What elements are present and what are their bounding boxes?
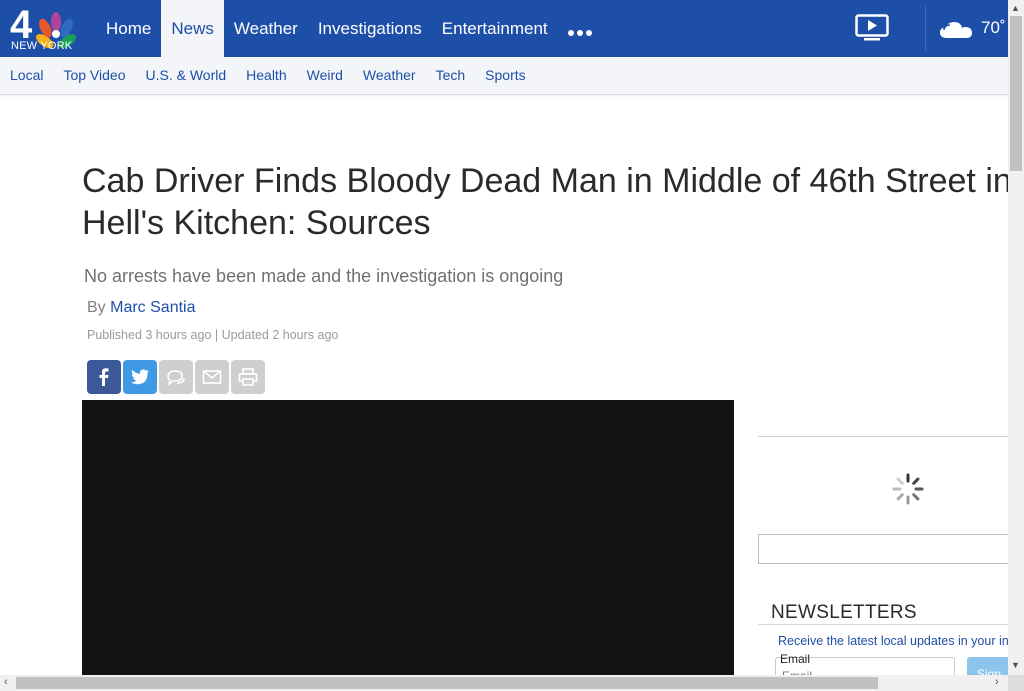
article-headline: Cab Driver Finds Bloody Dead Man in Midd… — [82, 160, 1008, 244]
scroll-left-arrow-icon[interactable]: ‹ — [4, 676, 8, 688]
scroll-up-arrow-icon[interactable]: ▲ — [1011, 3, 1020, 13]
subnav-item-sports[interactable]: Sports — [475, 57, 535, 94]
vertical-scroll-thumb[interactable] — [1010, 16, 1022, 171]
subnav-item-tech[interactable]: Tech — [426, 57, 476, 94]
newsletters-divider — [758, 624, 1008, 625]
author-link[interactable]: Marc Santia — [110, 299, 195, 316]
nbc-new-york-logo[interactable]: 4 NEW YORK — [8, 3, 82, 54]
print-icon — [238, 368, 258, 386]
byline-prefix: By — [87, 299, 106, 316]
facebook-icon — [99, 368, 109, 386]
subnav-item-top-video[interactable]: Top Video — [53, 57, 135, 94]
share-bar — [87, 360, 265, 394]
sub-nav: Local Top Video U.S. & World Health Weir… — [0, 57, 1008, 95]
nav-divider — [925, 6, 926, 51]
top-nav-bar: 4 NEW YORK Home News Weather Investigati… — [0, 0, 1008, 57]
loading-spinner-icon — [891, 472, 925, 511]
nav-item-investigations[interactable]: Investigations — [308, 0, 432, 57]
comment-button[interactable] — [159, 360, 193, 394]
headline-line-1: Cab Driver Finds Bloody Dead Man in Midd… — [82, 162, 1008, 200]
scroll-down-arrow-icon[interactable]: ▼ — [1011, 660, 1020, 670]
comment-icon — [167, 370, 185, 386]
nav-item-news[interactable]: News — [161, 0, 224, 57]
video-player[interactable] — [82, 400, 734, 675]
newsletters-description: Receive the latest local updates in your… — [778, 634, 1008, 648]
article-subheadline: No arrests have been made and the invest… — [84, 266, 564, 286]
temperature[interactable]: 70˚ — [981, 18, 1006, 38]
byline: By Marc Santia — [87, 299, 196, 317]
email-label: Email — [780, 652, 811, 666]
tv-play-icon[interactable] — [855, 14, 889, 47]
headline-line-2: Hell's Kitchen: Sources — [82, 204, 431, 242]
newsletters-title: NEWSLETTERS — [771, 602, 917, 623]
scrollbar-corner — [1008, 675, 1024, 691]
nav-item-home[interactable]: Home — [96, 0, 161, 57]
cloud-icon[interactable] — [938, 20, 974, 45]
email-icon — [202, 370, 222, 384]
main-nav: Home News Weather Investigations Enterta… — [96, 0, 602, 57]
horizontal-scroll-thumb[interactable] — [16, 677, 878, 689]
facebook-share-button[interactable] — [87, 360, 121, 394]
nav-item-weather[interactable]: Weather — [224, 0, 308, 57]
twitter-icon — [131, 369, 149, 385]
more-dots-icon[interactable] — [558, 0, 602, 61]
rail-ad-box — [758, 534, 1008, 564]
print-button[interactable] — [231, 360, 265, 394]
logo-text: NEW YORK — [11, 40, 73, 52]
page: 4 NEW YORK Home News Weather Investigati… — [0, 0, 1008, 675]
rail-divider — [758, 436, 1008, 437]
scroll-right-arrow-icon[interactable]: › — [995, 676, 999, 688]
subnav-item-health[interactable]: Health — [236, 57, 296, 94]
twitter-share-button[interactable] — [123, 360, 157, 394]
publish-timestamp: Published 3 hours ago | Updated 2 hours … — [87, 328, 339, 342]
email-share-button[interactable] — [195, 360, 229, 394]
subnav-item-local[interactable]: Local — [0, 57, 53, 94]
subnav-item-weird[interactable]: Weird — [297, 57, 353, 94]
subnav-item-us-world[interactable]: U.S. & World — [135, 57, 236, 94]
subnav-item-weather[interactable]: Weather — [353, 57, 426, 94]
nav-item-entertainment[interactable]: Entertainment — [432, 0, 558, 57]
newsletter-signup-button[interactable]: Sign — [967, 657, 1008, 675]
